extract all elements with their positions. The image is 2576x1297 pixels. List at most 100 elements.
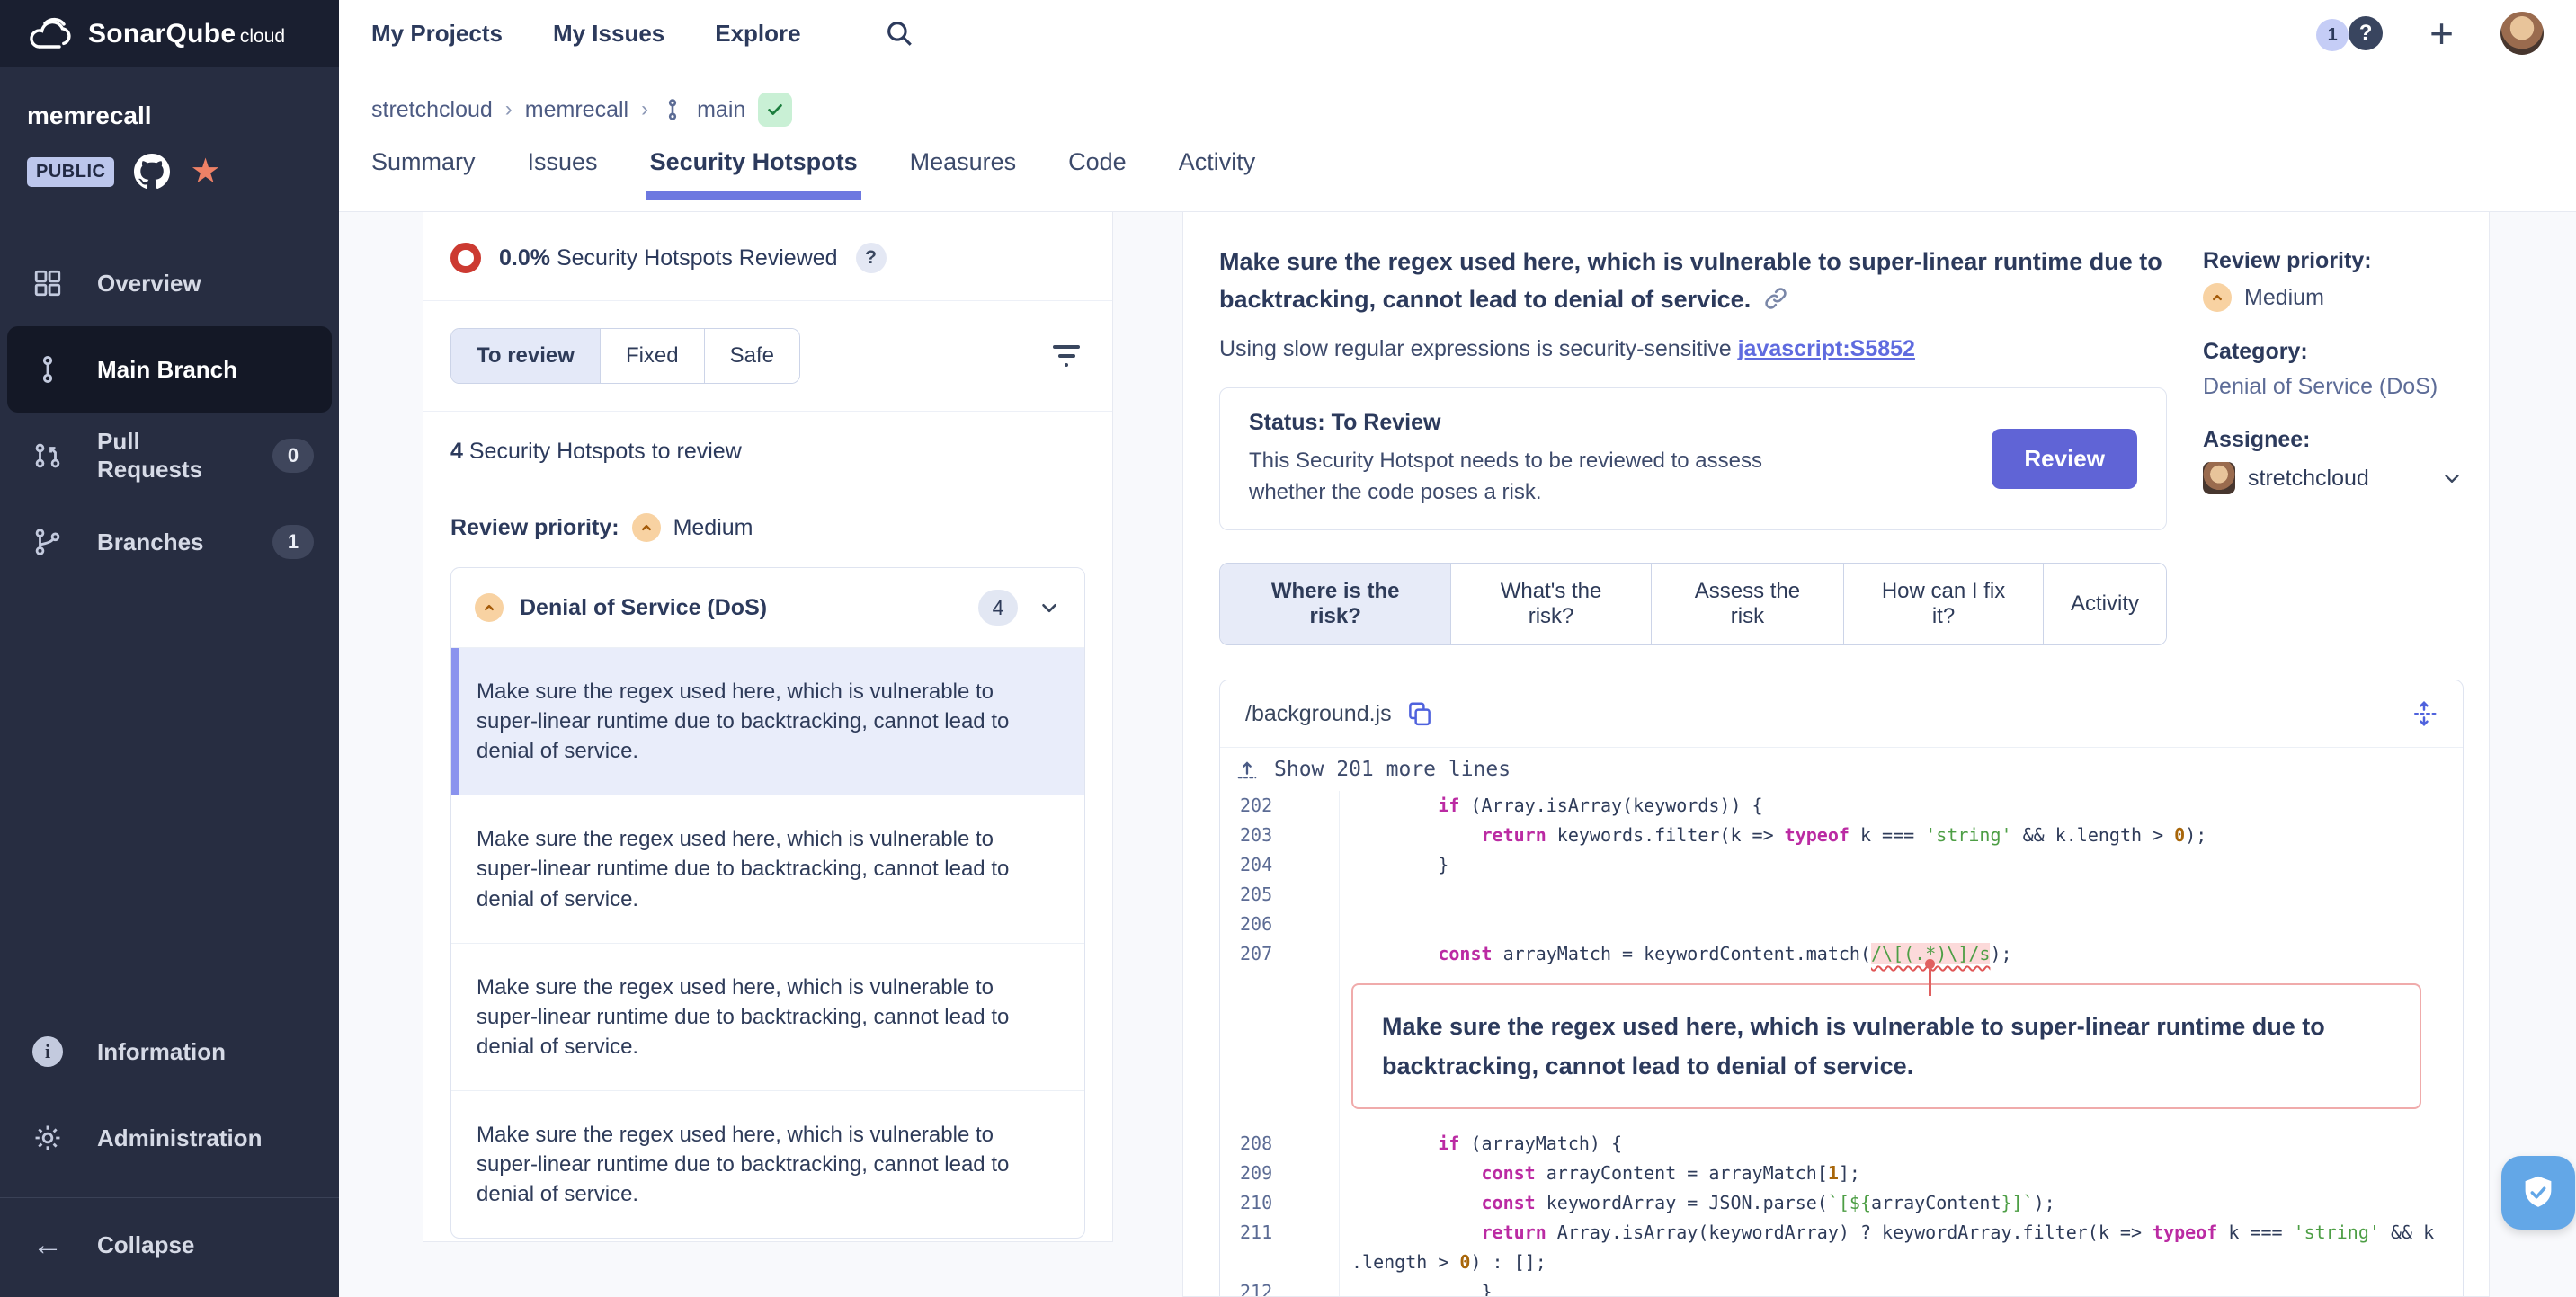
copy-icon[interactable] (1406, 700, 1433, 727)
extension-shield-button[interactable] (2501, 1156, 2575, 1230)
status-tab-fixed[interactable]: Fixed (600, 329, 704, 383)
line-number[interactable]: 202 (1220, 791, 1339, 821)
tab-how-can-i-fix-it[interactable]: How can I fix it? (1843, 564, 2043, 644)
line-number[interactable]: 209 (1220, 1159, 1339, 1188)
permalink-icon[interactable] (1763, 286, 1788, 311)
sidebar-item-branches[interactable]: Branches 1 (0, 499, 339, 585)
code-line[interactable]: 204 } (1220, 850, 2463, 880)
assignee-selector[interactable]: stretchcloud (2203, 462, 2464, 494)
nav-my-projects[interactable]: My Projects (371, 20, 503, 48)
status-tab-safe[interactable]: Safe (704, 329, 799, 383)
gear-icon (32, 1123, 63, 1153)
user-avatar[interactable] (2500, 12, 2544, 55)
tab-risk-activity[interactable]: Activity (2043, 564, 2166, 644)
meta-review-priority-value: Medium (2244, 285, 2324, 311)
tab-whats-the-risk[interactable]: What's the risk? (1450, 564, 1650, 644)
code-line[interactable]: 212 } (1220, 1277, 2463, 1297)
line-number[interactable]: 204 (1220, 850, 1339, 880)
hotspot-title: Make sure the regex used here, which is … (1219, 243, 2167, 318)
branches-count-badge: 1 (272, 525, 314, 559)
plus-icon[interactable]: + (2429, 15, 2454, 51)
favorite-star-icon[interactable]: ★ (190, 156, 220, 187)
line-code: if (arrayMatch) { (1339, 1129, 2463, 1159)
show-more-lines-top[interactable]: Show 201 more lines (1220, 747, 2463, 791)
nav-my-issues[interactable]: My Issues (553, 20, 664, 48)
breadcrumb-branch[interactable]: main (697, 97, 745, 123)
sidebar-item-label: Main Branch (97, 356, 237, 384)
reviewed-help-icon[interactable]: ? (856, 243, 887, 273)
tab-measures[interactable]: Measures (910, 148, 1017, 200)
code-line[interactable]: 202 if (Array.isArray(keywords)) { (1220, 791, 2463, 821)
grid-icon (32, 268, 63, 298)
code-viewer: /background.js Show 201 more lines 202 i… (1219, 680, 2464, 1297)
tab-activity[interactable]: Activity (1179, 148, 1256, 200)
line-code: const keywordArray = JSON.parse(`[${arra… (1339, 1188, 2463, 1218)
info-icon: i (32, 1036, 63, 1067)
breadcrumb-org[interactable]: stretchcloud (371, 97, 493, 123)
expand-code-icon[interactable] (2411, 700, 2438, 727)
tab-where-is-the-risk[interactable]: Where is the risk? (1220, 564, 1450, 644)
line-number[interactable]: 206 (1220, 910, 1339, 939)
code-line[interactable]: 209 const arrayContent = arrayMatch[1]; (1220, 1159, 2463, 1188)
status-tab-to-review[interactable]: To review (451, 329, 600, 383)
line-number[interactable]: 211 (1220, 1218, 1339, 1248)
tab-assess-the-risk[interactable]: Assess the risk (1651, 564, 1843, 644)
expand-up-icon (1235, 757, 1260, 782)
line-number[interactable]: 203 (1220, 821, 1339, 850)
sidebar-item-information[interactable]: i Information (0, 1008, 339, 1095)
help-button[interactable]: ? (2349, 16, 2383, 50)
notification-count-badge: 1 (2316, 19, 2349, 51)
code-file-path[interactable]: /background.js (1245, 701, 1392, 727)
hotspot-list-item[interactable]: Make sure the regex used here, which is … (451, 943, 1084, 1090)
hotspot-group-count-badge: 4 (978, 590, 1018, 626)
line-number[interactable]: 210 (1220, 1188, 1339, 1218)
tab-security-hotspots[interactable]: Security Hotspots (650, 148, 858, 200)
sidebar-divider (0, 1197, 339, 1198)
rule-key-link[interactable]: javascript:S5852 (1738, 336, 1915, 361)
code-line[interactable]: 205 (1220, 880, 2463, 910)
tab-issues[interactable]: Issues (528, 148, 598, 200)
code-line[interactable]: 211 return Array.isArray(keywordArray) ?… (1220, 1218, 2463, 1277)
code-line[interactable]: 206 (1220, 910, 2463, 939)
line-number[interactable]: 205 (1220, 880, 1339, 910)
chevron-down-icon[interactable] (1038, 596, 1061, 619)
hotspot-list-item[interactable]: Make sure the regex used here, which is … (451, 795, 1084, 942)
code-line[interactable]: 207 const arrayMatch = keywordContent.ma… (1220, 939, 2463, 969)
code-line[interactable]: 208 if (arrayMatch) { (1220, 1129, 2463, 1159)
nav-explore[interactable]: Explore (715, 20, 800, 48)
code-line[interactable]: 203 return keywords.filter(k => typeof k… (1220, 821, 2463, 850)
search-icon[interactable] (884, 18, 914, 49)
code-line[interactable]: 210 const keywordArray = JSON.parse(`[${… (1220, 1188, 2463, 1218)
line-code: return keywords.filter(k => typeof k ===… (1339, 821, 2463, 850)
hotspots-count-line: 4 Security Hotspots to review (450, 439, 1085, 465)
hotspot-group-header[interactable]: Denial of Service (DoS) 4 (451, 568, 1084, 647)
project-tabs: Summary Issues Security Hotspots Measure… (371, 148, 2576, 200)
review-priority-value: Medium (673, 515, 753, 541)
issue-message-row: Make sure the regex used here, which is … (1220, 969, 2463, 1129)
tab-summary[interactable]: Summary (371, 148, 476, 200)
line-code: const arrayMatch = keywordContent.match(… (1339, 939, 2463, 969)
hotspot-list-item[interactable]: Make sure the regex used here, which is … (451, 647, 1084, 795)
breadcrumb-project[interactable]: memrecall (525, 97, 628, 123)
sidebar-item-pull-requests[interactable]: Pull Requests 0 (0, 413, 339, 499)
collapse-sidebar-button[interactable]: ← Collapse (0, 1205, 339, 1284)
sidebar-item-main-branch[interactable]: Main Branch (7, 326, 332, 413)
review-priority-label: Review priority: (450, 515, 619, 541)
filter-icon[interactable] (1053, 340, 1080, 372)
line-number[interactable]: 208 (1220, 1129, 1339, 1159)
hotspot-list-item[interactable]: Make sure the regex used here, which is … (451, 1090, 1084, 1238)
tab-code[interactable]: Code (1068, 148, 1127, 200)
line-code: const arrayContent = arrayMatch[1]; (1339, 1159, 2463, 1188)
issue-message-box[interactable]: Make sure the regex used here, which is … (1351, 983, 2421, 1109)
sidebar-item-overview[interactable]: Overview (0, 240, 339, 326)
github-icon[interactable] (134, 154, 170, 190)
code-lines[interactable]: 202 if (Array.isArray(keywords)) {203 re… (1220, 791, 2463, 1297)
line-number[interactable]: 207 (1220, 939, 1339, 969)
sonarqube-logo[interactable]: SonarQube cloud (0, 0, 339, 67)
line-number[interactable]: 212 (1220, 1277, 1339, 1297)
sidebar-item-administration[interactable]: Administration (0, 1095, 339, 1181)
reviewed-percentage: 0.0% (499, 245, 550, 271)
visibility-badge: PUBLIC (27, 157, 114, 187)
review-button[interactable]: Review (1992, 429, 2137, 489)
priority-medium-icon (475, 593, 504, 622)
